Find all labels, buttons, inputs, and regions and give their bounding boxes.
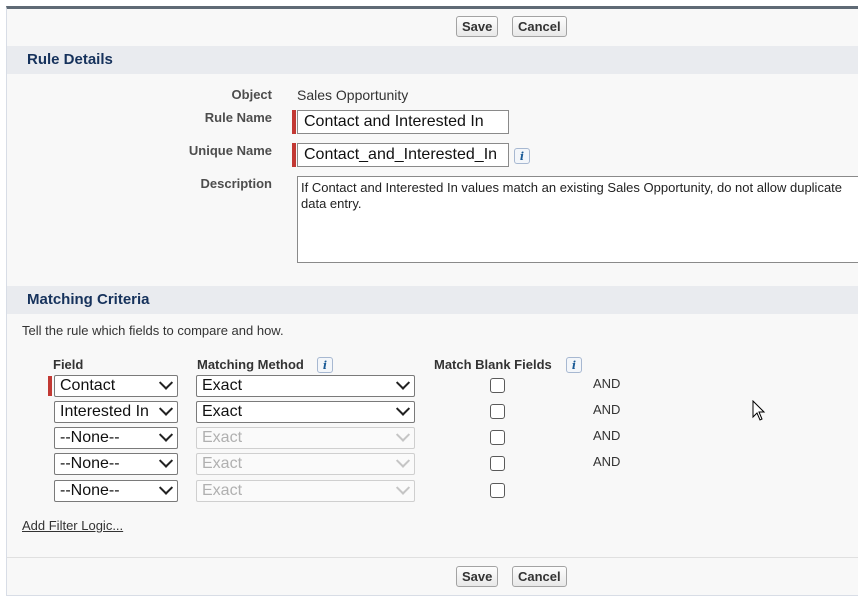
rule-details-heading: Rule Details <box>7 46 858 74</box>
field-select-5[interactable]: --None-- <box>54 480 178 502</box>
match-blank-checkbox-2[interactable] <box>490 404 505 419</box>
field-select-2[interactable]: Interested In <box>54 401 178 423</box>
and-label-4: AND <box>593 454 621 469</box>
cancel-button-bottom[interactable]: Cancel <box>512 566 567 587</box>
chevron-down-icon <box>395 454 411 468</box>
rule-name-input[interactable]: Contact and Interested In <box>297 110 509 134</box>
method-select-4: Exact <box>196 453 415 475</box>
method-select-value: Exact <box>202 377 243 394</box>
object-value: Sales Opportunity <box>297 87 409 103</box>
save-button-bottom[interactable]: Save <box>456 566 499 587</box>
rule-name-label: Rule Name <box>204 110 272 125</box>
required-indicator <box>48 376 52 396</box>
match-blank-checkbox-5[interactable] <box>490 483 505 498</box>
method-select-1[interactable]: Exact <box>196 375 415 397</box>
chevron-down-icon <box>158 428 174 442</box>
field-select-value: Interested In <box>60 403 149 420</box>
and-label-2: AND <box>593 402 621 417</box>
required-indicator <box>292 143 296 167</box>
chevron-down-icon <box>395 428 411 442</box>
method-select-2[interactable]: Exact <box>196 401 415 423</box>
add-filter-logic-link[interactable]: Add Filter Logic... <box>22 518 123 533</box>
object-label: Object <box>231 87 272 102</box>
matching-method-column-header: Matching Method <box>197 357 304 372</box>
save-button-top[interactable]: Save <box>456 16 499 37</box>
match-blank-column-header: Match Blank Fields <box>434 357 552 372</box>
unique-name-input[interactable]: Contact_and_Interested_In <box>297 143 509 167</box>
chevron-down-icon <box>158 454 174 468</box>
field-select-value: --None-- <box>60 429 120 446</box>
match-blank-checkbox-4[interactable] <box>490 456 505 471</box>
cancel-button-top[interactable]: Cancel <box>512 16 567 37</box>
footer-divider <box>7 557 858 558</box>
match-blank-checkbox-1[interactable] <box>490 378 505 393</box>
match-blank-checkbox-3[interactable] <box>490 430 505 445</box>
field-select-3[interactable]: --None-- <box>54 427 178 449</box>
chevron-down-icon <box>395 481 411 495</box>
info-icon[interactable]: i <box>317 357 333 373</box>
info-icon[interactable]: i <box>514 148 530 164</box>
unique-name-label: Unique Name <box>188 143 272 158</box>
field-column-header: Field <box>53 357 84 372</box>
chevron-down-icon <box>395 402 411 416</box>
field-select-value: --None-- <box>60 482 120 499</box>
chevron-down-icon <box>158 402 174 416</box>
field-select-value: --None-- <box>60 455 120 472</box>
chevron-down-icon <box>158 481 174 495</box>
chevron-down-icon <box>158 376 174 390</box>
description-label: Description <box>200 176 272 191</box>
info-icon[interactable]: i <box>566 357 582 373</box>
method-select-3: Exact <box>196 427 415 449</box>
mouse-cursor-icon <box>752 400 766 421</box>
chevron-down-icon <box>395 376 411 390</box>
field-select-4[interactable]: --None-- <box>54 453 178 475</box>
method-select-5: Exact <box>196 480 415 502</box>
matching-criteria-heading: Matching Criteria <box>7 286 858 314</box>
method-select-value: Exact <box>202 429 243 446</box>
and-label-3: AND <box>593 428 621 443</box>
field-select-value: Contact <box>60 377 116 394</box>
matching-instructions: Tell the rule which fields to compare an… <box>22 323 284 338</box>
method-select-value: Exact <box>202 482 243 499</box>
field-select-1[interactable]: Contact <box>54 375 178 397</box>
required-indicator <box>292 110 296 134</box>
method-select-value: Exact <box>202 455 243 472</box>
method-select-value: Exact <box>202 403 243 420</box>
description-textarea[interactable]: If Contact and Interested In values matc… <box>297 176 858 263</box>
and-label-1: AND <box>593 376 621 391</box>
